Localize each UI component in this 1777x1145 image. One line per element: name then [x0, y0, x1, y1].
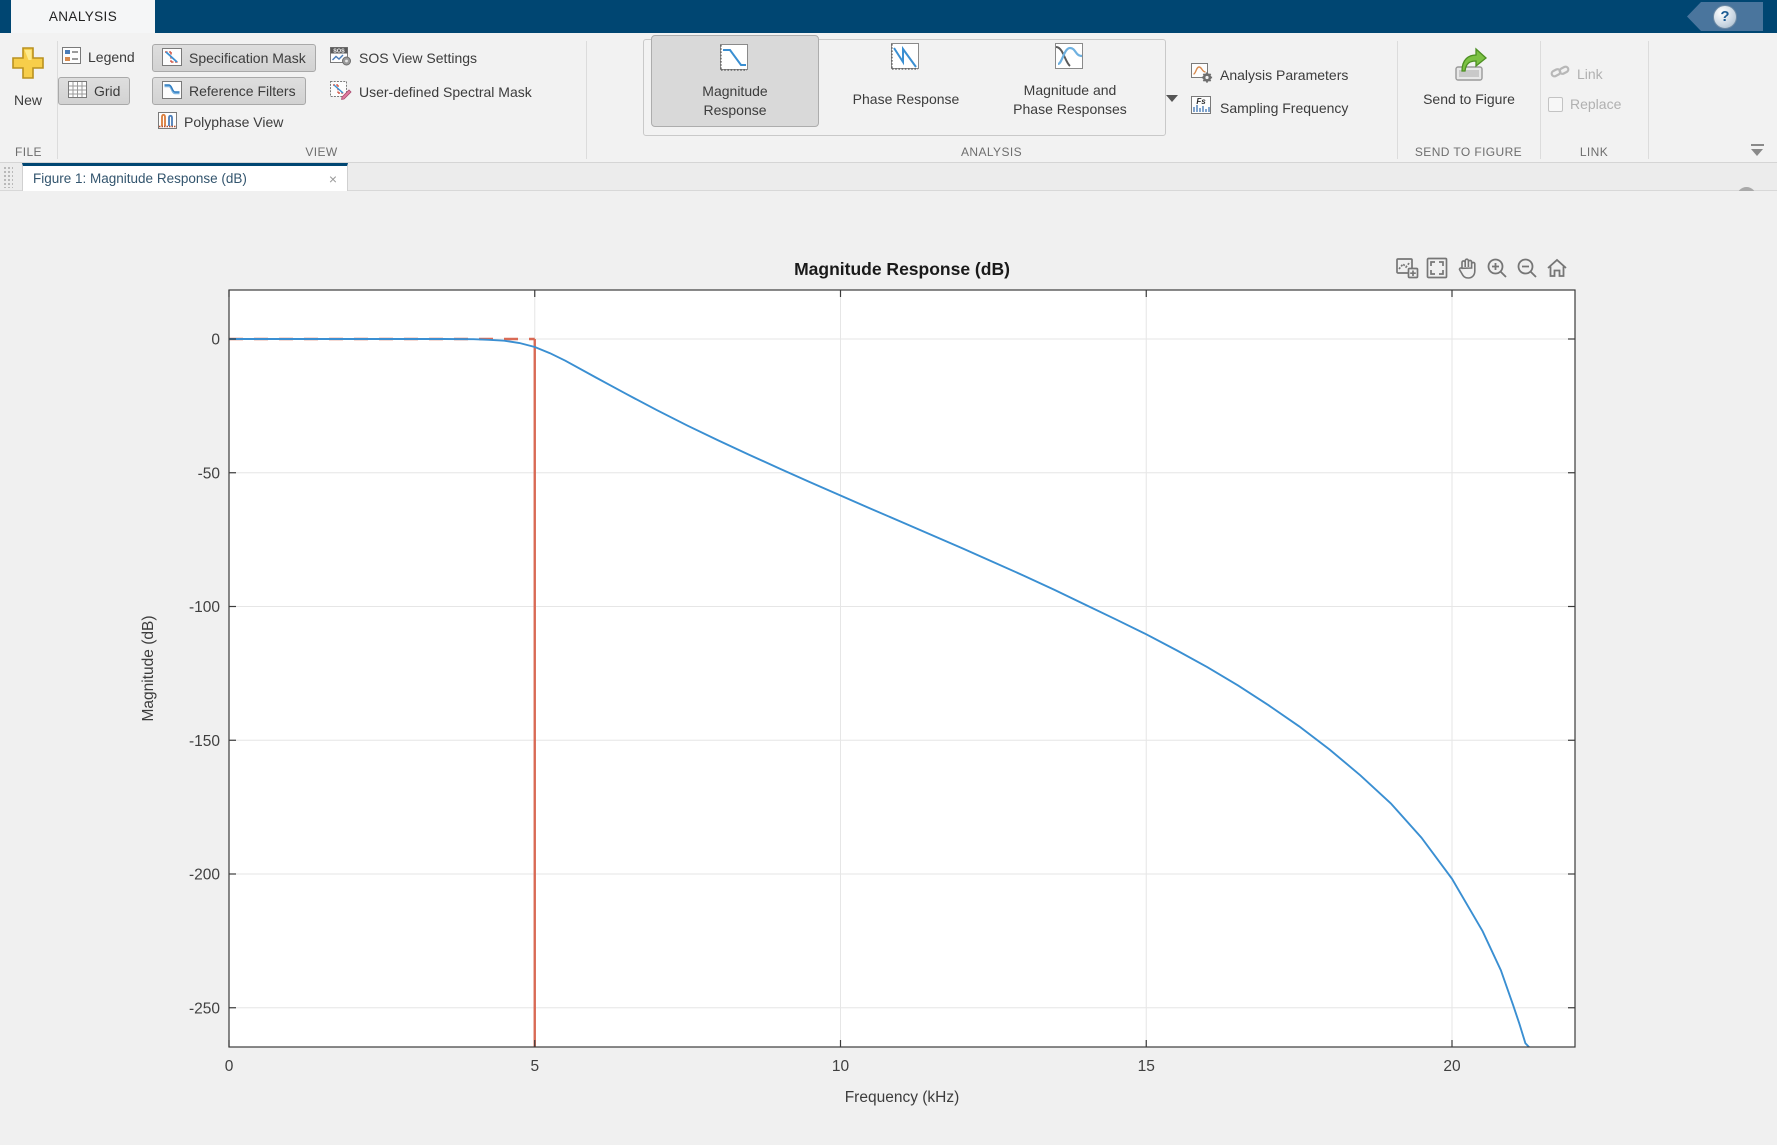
- sos-view-settings-icon: SOS: [330, 47, 352, 69]
- phase-response-icon: [890, 42, 922, 77]
- grid-button[interactable]: Grid: [58, 77, 131, 105]
- analysis-parameters-icon: [1191, 63, 1213, 86]
- sos-view-settings-label: SOS View Settings: [359, 50, 478, 66]
- separator: [586, 41, 587, 159]
- svg-text:-200: -200: [189, 867, 220, 884]
- svg-text:-150: -150: [189, 733, 220, 750]
- help-area: ?: [1687, 2, 1763, 31]
- tab-analysis[interactable]: ANALYSIS: [11, 0, 155, 33]
- zoom-in-icon[interactable]: [1484, 255, 1510, 281]
- svg-text:0: 0: [211, 332, 220, 349]
- user-defined-spectral-mask-label: User-defined Spectral Mask: [359, 84, 532, 100]
- section-label-link: LINK: [1579, 145, 1609, 159]
- help-icon[interactable]: ?: [1713, 4, 1737, 29]
- svg-text:-250: -250: [189, 1000, 220, 1017]
- analysis-gallery-dropdown[interactable]: [1166, 95, 1178, 102]
- separator: [1648, 41, 1649, 159]
- link-icon: [1550, 63, 1570, 84]
- close-icon[interactable]: ×: [329, 172, 337, 186]
- grid-label: Grid: [94, 83, 121, 99]
- sampling-frequency-icon: Fs: [1191, 96, 1213, 119]
- svg-text:15: 15: [1138, 1058, 1155, 1075]
- separator: [1540, 41, 1541, 159]
- ribbon: New FILE Legend Grid Specification Mask …: [0, 33, 1777, 163]
- section-label-file: FILE: [15, 145, 42, 159]
- grid-icon: [68, 81, 87, 101]
- magnitude-and-phase-responses-label: Magnitude and Phase Responses: [1013, 81, 1127, 117]
- svg-text:0: 0: [225, 1058, 234, 1075]
- svg-text:SOS: SOS: [333, 49, 345, 55]
- legend-icon: [62, 47, 81, 67]
- title-bar: ANALYSIS ?: [0, 0, 1777, 33]
- y-axis-label: Magnitude (dB): [140, 616, 157, 722]
- svg-text:5: 5: [530, 1058, 539, 1075]
- plot-title: Magnitude Response (dB): [794, 259, 1010, 279]
- export-icon[interactable]: [1394, 255, 1420, 281]
- figure-tab[interactable]: Figure 1: Magnitude Response (dB) ×: [22, 163, 348, 191]
- user-defined-spectral-mask-button[interactable]: User-defined Spectral Mask: [330, 81, 532, 103]
- magnitude-and-phase-responses-icon: [1054, 42, 1086, 77]
- document-tab-strip: Figure 1: Magnitude Response (dB) ×: [0, 163, 1777, 206]
- send-to-figure-button[interactable]: Send to Figure: [1404, 45, 1534, 107]
- specification-mask-icon: [162, 47, 182, 69]
- sampling-frequency-label: Sampling Frequency: [1220, 99, 1349, 116]
- new-plus-icon: [10, 45, 46, 86]
- sampling-frequency-button[interactable]: Fs Sampling Frequency: [1191, 96, 1348, 119]
- user-defined-spectral-mask-icon: [330, 81, 352, 103]
- svg-text:Fs: Fs: [1196, 97, 1206, 106]
- specification-mask-label: Specification Mask: [189, 50, 306, 66]
- magnitude-response-button[interactable]: Magnitude Response: [651, 35, 819, 127]
- zoom-out-icon[interactable]: [1514, 255, 1540, 281]
- drag-grip[interactable]: [3, 166, 13, 188]
- link-button[interactable]: Link: [1550, 63, 1603, 84]
- legend-button[interactable]: Legend: [62, 47, 135, 67]
- svg-text:-50: -50: [198, 465, 221, 482]
- svg-text:-100: -100: [189, 599, 220, 616]
- svg-text:10: 10: [832, 1058, 850, 1075]
- new-button-label: New: [13, 92, 42, 108]
- plot-area[interactable]: [229, 290, 1575, 1047]
- reference-filters-button[interactable]: Reference Filters: [152, 77, 306, 105]
- reference-filters-label: Reference Filters: [189, 83, 296, 99]
- section-label-analysis: ANALYSIS: [960, 145, 1022, 159]
- x-axis-label: Frequency (kHz): [845, 1089, 960, 1106]
- send-to-figure-label: Send to Figure: [1423, 91, 1515, 107]
- axes-toolbar: [1394, 255, 1570, 281]
- polyphase-view-label: Polyphase View: [184, 114, 284, 130]
- phase-response-button[interactable]: Phase Response: [827, 35, 985, 127]
- legend-label: Legend: [88, 49, 135, 65]
- magnitude-and-phase-responses-button[interactable]: Magnitude and Phase Responses: [990, 35, 1150, 127]
- polyphase-view-icon: [158, 112, 177, 132]
- analysis-parameters-button[interactable]: Analysis Parameters: [1191, 63, 1348, 86]
- replace-checkbox[interactable]: Replace: [1548, 96, 1621, 112]
- separator: [1397, 41, 1398, 159]
- polyphase-view-button[interactable]: Polyphase View: [158, 112, 283, 132]
- collapse-ribbon-button[interactable]: [1750, 144, 1766, 158]
- new-button[interactable]: New: [6, 45, 50, 123]
- sos-view-settings-button[interactable]: SOS SOS View Settings: [330, 47, 477, 69]
- replace-checkbox-box: [1548, 96, 1563, 112]
- specification-mask-button[interactable]: Specification Mask: [152, 44, 316, 72]
- fit-to-view-icon[interactable]: [1424, 255, 1450, 281]
- send-to-figure-icon: [1449, 47, 1489, 89]
- section-label-send-to-figure: SEND TO FIGURE: [1414, 145, 1523, 159]
- home-icon[interactable]: [1544, 255, 1570, 281]
- magnitude-response-icon: [719, 43, 751, 78]
- pan-icon[interactable]: [1454, 255, 1480, 281]
- figure-tab-label: Figure 1: Magnitude Response (dB): [33, 171, 247, 186]
- section-label-view: VIEW: [305, 145, 338, 159]
- reference-filters-icon: [162, 80, 182, 102]
- replace-label: Replace: [1570, 96, 1622, 112]
- link-label: Link: [1577, 65, 1603, 82]
- svg-text:20: 20: [1443, 1058, 1461, 1075]
- magnitude-response-plot[interactable]: 0 5 10 15 20 0 -50 -100 -150 -200 -250 Magnitude Re…: [0, 191, 1777, 1145]
- magnitude-response-label: Magnitude Response: [702, 82, 768, 118]
- phase-response-label: Phase Response: [852, 90, 960, 107]
- analysis-parameters-label: Analysis Parameters: [1220, 66, 1349, 83]
- figure-canvas: 0 5 10 15 20 0 -50 -100 -150 -200 -250 Magnitude Re…: [0, 191, 1777, 1145]
